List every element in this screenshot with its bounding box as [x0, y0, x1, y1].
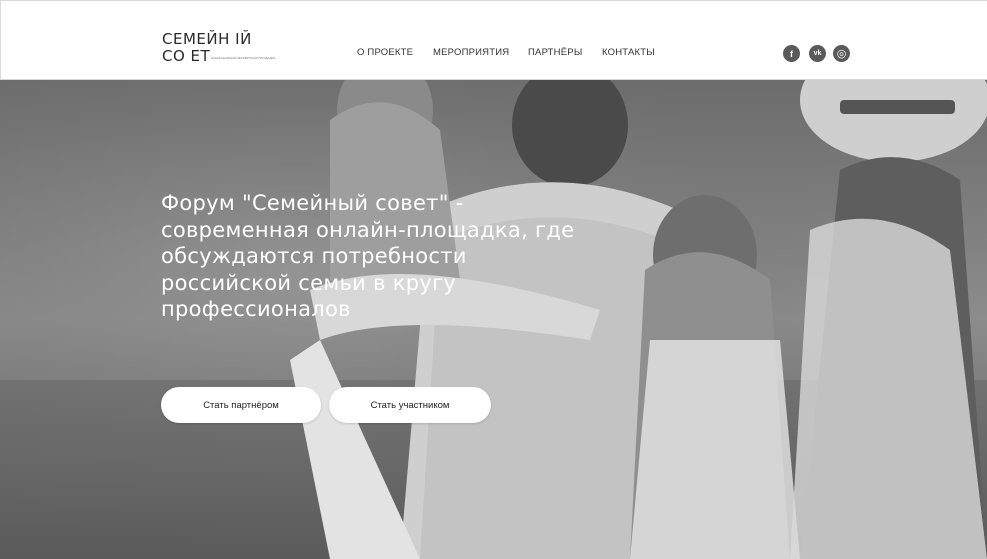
site-header: СЕМЕЙН ІЙ СО ЕТ НАЦИОНАЛЬНАЯ ЭКСПЕРТНАЯ … — [0, 0, 987, 80]
logo-line-1: СЕМЕЙН ІЙ — [162, 30, 252, 48]
become-participant-button[interactable]: Стать участником — [329, 387, 491, 423]
hero-title: Форум "Семейный совет" - современная онл… — [161, 191, 575, 321]
hero-section: Форум "Семейный совет" - современная онл… — [0, 80, 987, 559]
logo[interactable]: СЕМЕЙН ІЙ СО ЕТ НАЦИОНАЛЬНАЯ ЭКСПЕРТНАЯ … — [162, 31, 292, 71]
nav-item-events[interactable]: МЕРОПРИЯТИЯ — [433, 47, 509, 58]
vk-icon[interactable]: vk — [809, 45, 826, 62]
instagram-icon[interactable]: ◎ — [833, 45, 850, 62]
nav-item-about[interactable]: О ПРОЕКТЕ — [357, 47, 413, 58]
logo-line-2: СО ЕТ — [162, 47, 211, 65]
become-partner-button[interactable]: Стать партнёром — [161, 387, 321, 423]
nav-item-contacts[interactable]: КОНТАКТЫ — [602, 47, 655, 58]
facebook-icon[interactable]: f — [783, 45, 800, 62]
logo-tagline: НАЦИОНАЛЬНАЯ ЭКСПЕРТНАЯ ПЛОЩАДКА — [211, 56, 276, 60]
nav-item-partners[interactable]: ПАРТНЁРЫ — [528, 47, 582, 58]
